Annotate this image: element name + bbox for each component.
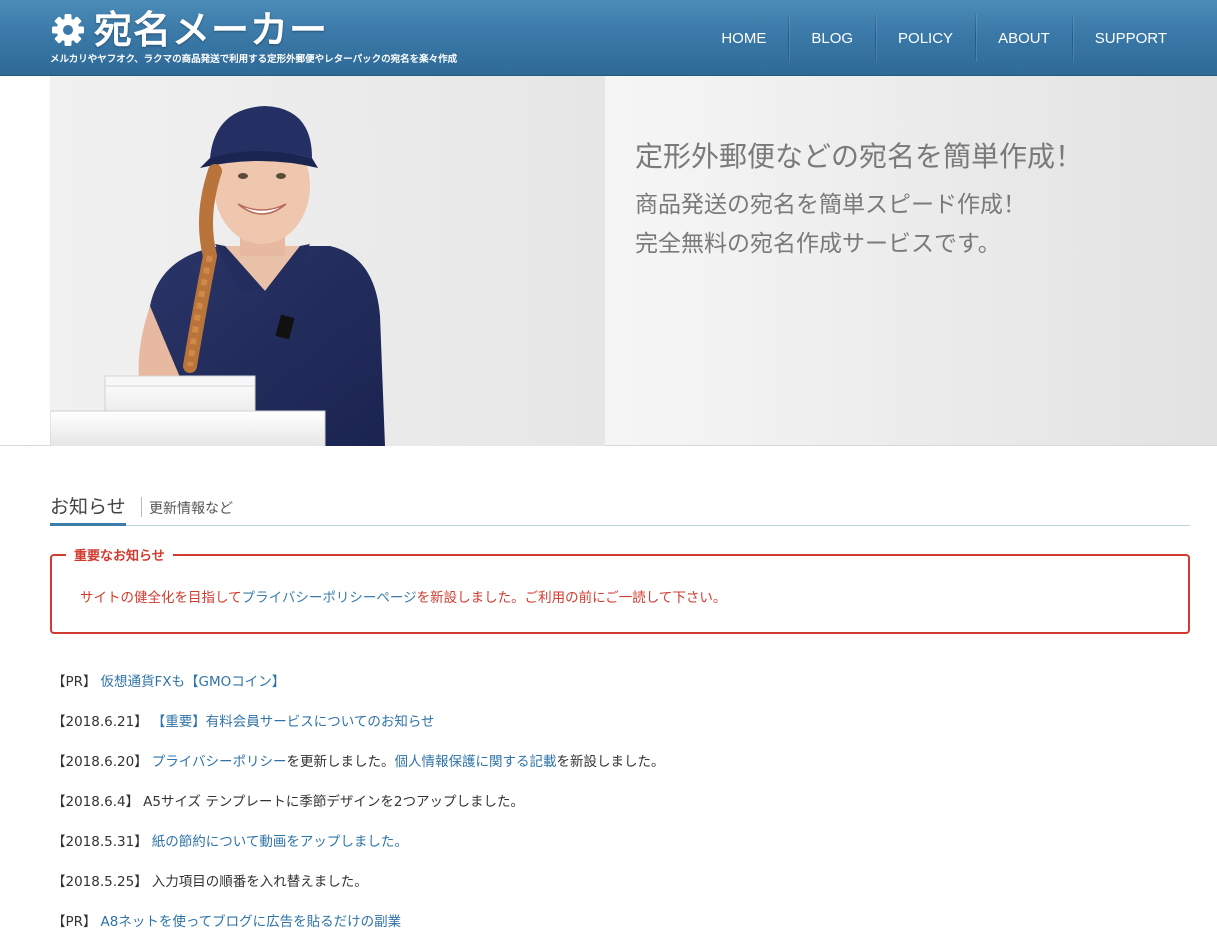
- important-notice-message: サイトの健全化を目指してプライバシーポリシーページを新設しました。ご利用の前にご…: [80, 586, 726, 606]
- news-date: 【PR】: [52, 674, 97, 690]
- nav-policy[interactable]: POLICY: [876, 14, 975, 62]
- nav-about[interactable]: ABOUT: [976, 14, 1072, 62]
- hero-sub-line: 完全無料の宛名作成サービスです。: [635, 231, 1001, 257]
- news-item: 【2018.5.25】 入力項目の順番を入れ替えました。: [52, 860, 664, 900]
- nav-support[interactable]: SUPPORT: [1073, 14, 1189, 62]
- privacy-policy-link[interactable]: プライバシーポリシーページ: [242, 590, 417, 606]
- notice-text: サイトの健全化を目指して: [80, 590, 242, 606]
- news-list: 【PR】 仮想通貨FXも【GMOコイン】 【2018.6.21】 【重要】有料会…: [52, 660, 664, 931]
- news-item: 【PR】 仮想通貨FXも【GMOコイン】: [52, 660, 664, 700]
- news-date: 【2018.5.31】: [52, 834, 148, 850]
- news-date: 【PR】: [52, 914, 97, 930]
- delivery-person-image: [50, 76, 605, 446]
- news-item: 【2018.6.21】 【重要】有料会員サービスについてのお知らせ: [52, 700, 664, 740]
- news-text: 入力項目の順番を入れ替えました。: [151, 874, 368, 890]
- main-nav: HOME BLOG POLICY ABOUT SUPPORT: [699, 14, 1189, 62]
- site-tagline: メルカリやヤフオク、ラクマの商品発送で利用する定形外郵便やレターパックの宛名を楽…: [50, 54, 458, 65]
- hero-subcopy: 商品発送の宛名を簡単スピード作成！ 完全無料の宛名作成サービスです。: [635, 186, 1083, 264]
- notice-section-header: お知らせ 更新情報など: [50, 488, 1190, 526]
- important-notice-box: 重要なお知らせ サイトの健全化を目指してプライバシーポリシーページを新設しました…: [50, 545, 1190, 634]
- news-date: 【2018.6.21】: [52, 714, 148, 730]
- section-subtitle: 更新情報など: [149, 501, 233, 517]
- hero-banner: 定形外郵便などの宛名を簡単作成！ 商品発送の宛名を簡単スピード作成！ 完全無料の…: [0, 76, 1217, 446]
- news-link[interactable]: 【重要】有料会員サービスについてのお知らせ: [152, 710, 435, 730]
- hero-photo: [50, 76, 605, 446]
- news-text: を新設しました。: [556, 754, 665, 770]
- news-link[interactable]: プライバシーポリシー: [152, 750, 287, 770]
- news-text: A5サイズ テンプレートに季節デザインを2つアップしました。: [143, 794, 525, 810]
- news-item: 【PR】 A8ネットを使ってブログに広告を貼るだけの副業: [52, 900, 664, 931]
- news-item: 【2018.6.20】 プライバシーポリシー を更新しました。 個人情報保護に関…: [52, 740, 664, 780]
- hero-copy: 定形外郵便などの宛名を簡単作成！ 商品発送の宛名を簡単スピード作成！ 完全無料の…: [635, 136, 1083, 264]
- news-item: 【2018.5.31】 紙の節約について動画をアップしました。: [52, 820, 664, 860]
- news-date: 【2018.5.25】: [52, 874, 148, 890]
- news-text: を更新しました。: [286, 754, 395, 770]
- site-title: 宛名メーカー: [94, 8, 329, 52]
- news-date: 【2018.6.4】: [52, 794, 140, 810]
- news-link[interactable]: 紙の節約について動画をアップしました。: [152, 830, 408, 850]
- hero-sub-line: 商品発送の宛名を簡単スピード作成！: [635, 192, 1026, 218]
- section-title: お知らせ: [50, 492, 126, 526]
- news-date: 【2018.6.20】: [52, 754, 148, 770]
- gear-icon: [52, 14, 84, 46]
- nav-blog[interactable]: BLOG: [789, 14, 875, 62]
- title-divider: [141, 497, 142, 517]
- news-item: 【2018.6.4】 A5サイズ テンプレートに季節デザインを2つアップしました…: [52, 780, 664, 820]
- nav-home[interactable]: HOME: [699, 14, 788, 62]
- notice-text: を新設しました。ご利用の前にご一読して下さい。: [416, 590, 727, 606]
- site-header: 宛名メーカー メルカリやヤフオク、ラクマの商品発送で利用する定形外郵便やレターパ…: [0, 0, 1217, 76]
- hero-headline: 定形外郵便などの宛名を簡単作成！: [635, 140, 1084, 173]
- news-link[interactable]: 仮想通貨FXも【GMOコイン】: [101, 670, 286, 690]
- news-link[interactable]: A8ネットを使ってブログに広告を貼るだけの副業: [101, 910, 402, 930]
- news-link[interactable]: 個人情報保護に関する記載: [394, 750, 556, 770]
- important-notice-label: 重要なお知らせ: [66, 545, 173, 564]
